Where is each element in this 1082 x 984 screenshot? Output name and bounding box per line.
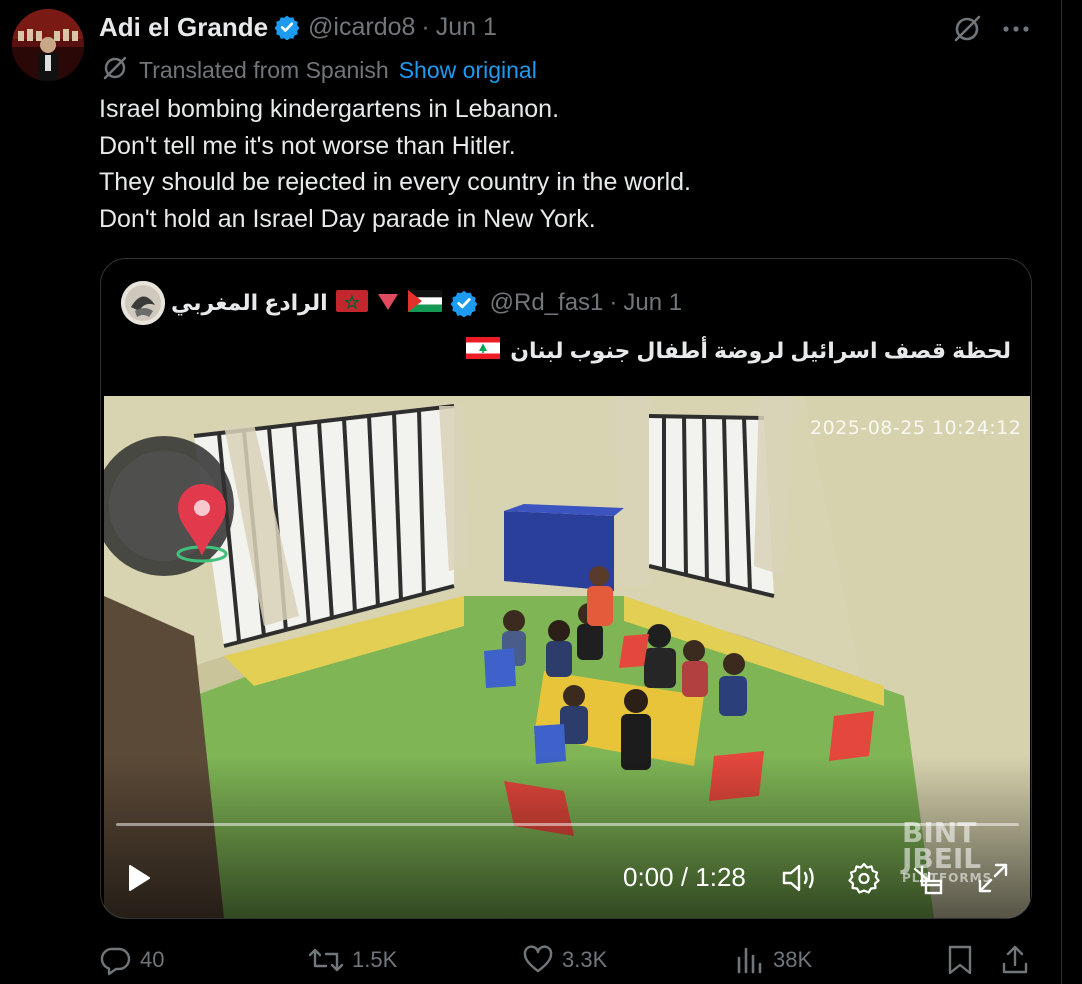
tweet-text: Israel bombing kindergartens in Lebanon.… xyxy=(99,91,1029,237)
tweet-text-line: Don't hold an Israel Day parade in New Y… xyxy=(99,204,596,233)
quoted-author-avatar[interactable] xyxy=(121,281,165,325)
video-player[interactable]: 2025-08-25 10:24:12 BINT JBEIL PLATFORMS … xyxy=(104,396,1030,918)
views-button[interactable]: 38K xyxy=(735,940,812,980)
video-timestamp-overlay: 2025-08-25 10:24:12 xyxy=(810,417,1022,439)
quoted-handle[interactable]: @Rd_fas1 xyxy=(490,289,604,317)
repost-icon xyxy=(308,948,344,972)
volume-icon[interactable] xyxy=(780,861,818,900)
share-icon xyxy=(1002,945,1028,974)
like-button[interactable]: 3.3K xyxy=(522,940,607,980)
quoted-display-name[interactable]: الرادع المغربي xyxy=(171,290,328,316)
like-count: 3.3K xyxy=(562,947,608,972)
reply-icon xyxy=(100,947,131,976)
quoted-header: الرادع المغربي @Rd_fas1 · Jun 1 xyxy=(171,283,682,323)
bookmark-button[interactable] xyxy=(946,940,974,980)
translate-slash-icon[interactable] xyxy=(950,12,984,46)
tweet: Adi el Grande @icardo8 · Jun 1 Translate… xyxy=(0,0,1082,984)
quoted-tweet[interactable]: الرادع المغربي @Rd_fas1 · Jun 1 لحظة قصف… xyxy=(100,258,1032,919)
palestine-flag-icon xyxy=(407,289,442,317)
minimize-icon[interactable] xyxy=(912,861,946,900)
views-count: 38K xyxy=(773,947,813,972)
video-progress-bar[interactable] xyxy=(116,823,1019,826)
separator-dot: · xyxy=(421,12,430,41)
quoted-text: لحظة قصف اسرائيل لروضة أطفال جنوب لبنان xyxy=(510,338,1011,363)
morocco-flag-icon xyxy=(335,289,368,317)
repost-count: 1.5K xyxy=(352,947,398,972)
tweet-text-line: They should be rejected in every country… xyxy=(99,168,691,196)
red-triangle-icon xyxy=(376,290,400,317)
fullscreen-icon[interactable] xyxy=(976,861,1010,900)
column-divider xyxy=(1061,0,1062,984)
author-display-name[interactable]: Adi el Grande xyxy=(99,12,268,43)
settings-gear-icon[interactable] xyxy=(847,861,881,900)
translate-slash-icon xyxy=(101,54,129,87)
tweet-actions: 40 1.5K 3.3K 38K xyxy=(0,940,1060,980)
quoted-date[interactable]: Jun 1 xyxy=(623,289,682,317)
show-original-link[interactable]: Show original xyxy=(399,57,537,84)
repost-button[interactable]: 1.5K xyxy=(308,940,397,980)
more-dots-icon[interactable] xyxy=(1000,14,1032,44)
tweet-text-line: Israel bombing kindergartens in Lebanon. xyxy=(99,95,560,123)
author-handle[interactable]: @icardo8 xyxy=(308,13,415,42)
tweet-date[interactable]: Jun 1 xyxy=(436,13,497,42)
heart-icon xyxy=(523,945,553,973)
author-avatar[interactable] xyxy=(12,9,84,81)
lebanon-flag-icon xyxy=(466,337,501,365)
verified-badge-icon[interactable] xyxy=(450,289,478,317)
video-frame xyxy=(104,396,1030,918)
verified-badge-icon[interactable] xyxy=(274,14,300,40)
reply-count: 40 xyxy=(140,947,165,972)
tweet-text-line: Don't tell me it's not worse than Hitler… xyxy=(99,131,516,160)
play-icon[interactable] xyxy=(126,863,152,898)
views-icon xyxy=(737,947,762,974)
tweet-header: Adi el Grande @icardo8 · Jun 1 xyxy=(99,10,497,44)
quoted-text-row: لحظة قصف اسرائيل لروضة أطفال جنوب لبنان xyxy=(466,331,1011,371)
separator-dot: · xyxy=(609,289,618,316)
video-time: 0:00 / 1:28 xyxy=(623,862,746,892)
translation-notice: Translated from Spanish Show original xyxy=(101,56,537,84)
translated-from-label: Translated from Spanish xyxy=(139,56,389,83)
share-button[interactable] xyxy=(1000,940,1030,980)
bookmark-icon xyxy=(948,945,972,975)
reply-button[interactable]: 40 xyxy=(100,940,164,980)
